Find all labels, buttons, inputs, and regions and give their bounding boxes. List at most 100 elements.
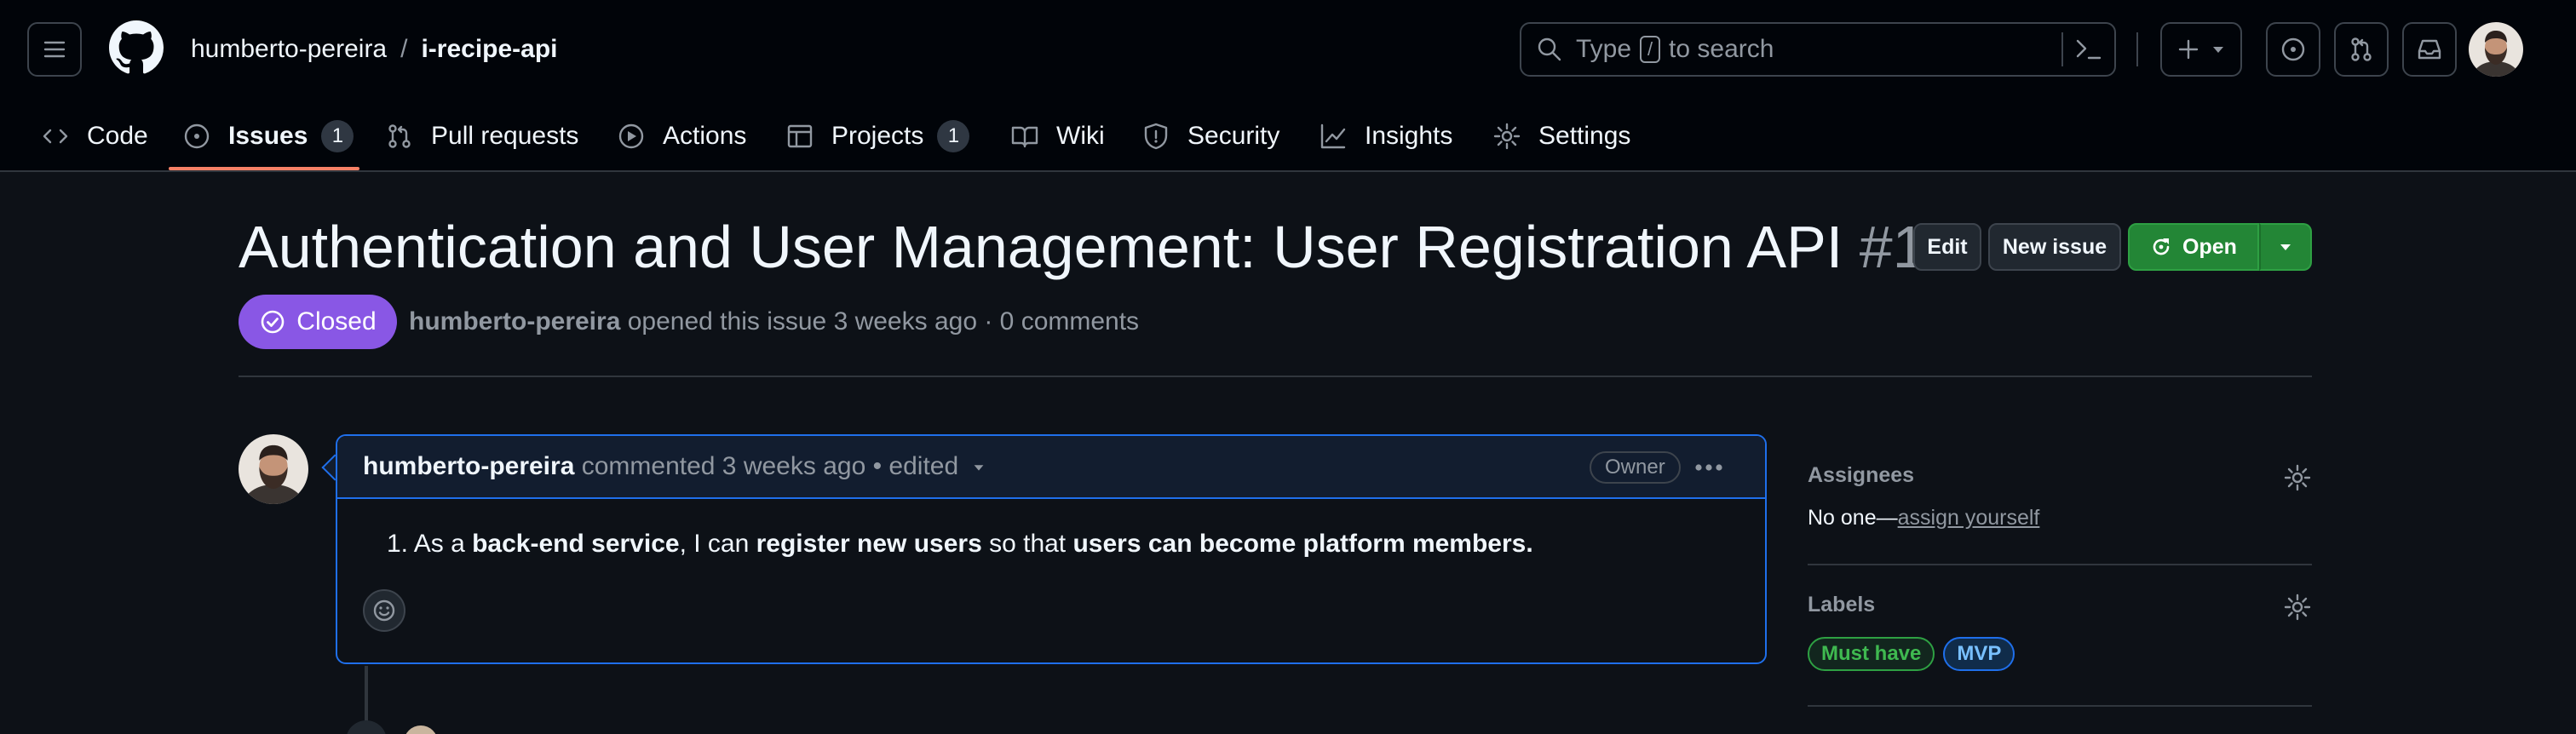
avatar-image [239,434,308,504]
tab-code[interactable]: Code [41,100,148,172]
reopen-issue-button[interactable]: Open [2128,223,2259,271]
search-placeholder-suffix: to search [1669,35,1774,63]
tab-issues[interactable]: Issues 1 [182,100,354,172]
tab-label: Issues [228,122,308,150]
issue-state-badge: Closed [239,295,397,349]
search-divider [2061,32,2063,66]
tab-label: Security [1187,122,1280,150]
create-new-button[interactable] [2160,22,2242,77]
table-icon [787,124,813,148]
tab-projects[interactable]: Projects 1 [785,100,970,172]
breadcrumb-repo-link[interactable]: i-recipe-api [421,35,557,64]
selected-tab-indicator [169,167,359,170]
tab-settings[interactable]: Settings [1492,100,1630,172]
issue-author-link[interactable]: humberto-pereira [409,307,620,335]
timeline-event-icon [346,720,387,734]
shield-icon [1144,123,1168,150]
search-placeholder-prefix: Type [1576,35,1632,63]
avatar-image [2469,22,2523,77]
search-icon [1538,37,1561,61]
code-icon [43,129,68,144]
tab-label: Code [87,122,148,150]
kebab-horizontal-icon[interactable] [1692,453,1726,482]
body-text-2: , I can [679,530,756,558]
comment-header: humberto-pereira commented 3 weeks ago •… [337,436,1765,499]
header-divider-line [239,376,2312,377]
reopen-options-button[interactable] [2259,223,2312,271]
owner-badge: Owner [1590,451,1681,484]
command-palette-icon[interactable] [2073,34,2104,65]
sidebar-assignees: Assignees No one—assign yourself [1808,463,2312,565]
issue-meta: humberto-pereira opened this issue 3 wee… [409,303,1139,341]
issue-opened-icon [2281,37,2305,61]
assign-yourself-link[interactable]: assign yourself [1898,506,2040,530]
search-input[interactable]: Type / to search [1520,22,2116,77]
label-mvp[interactable]: MVP [1943,637,2015,671]
body-text-3: so that [981,530,1073,558]
plus-icon [2178,39,2199,60]
tab-security[interactable]: Security [1141,100,1279,172]
tab-label: Wiki [1056,122,1105,150]
comment-author-link[interactable]: humberto-pereira [363,452,574,480]
assignees-heading: Assignees [1808,463,1915,487]
comment-header-text: humberto-pereira commented 3 weeks ago •… [363,448,986,485]
triangle-down-icon [2213,47,2223,53]
your-issues-button[interactable] [2266,22,2320,77]
gear-icon[interactable] [2283,463,2312,492]
commenter-avatar[interactable] [239,434,308,504]
issue-opened-text: opened this issue 3 weeks ago · 0 commen… [627,307,1140,335]
menu-button[interactable] [27,22,82,77]
inbox-icon [2418,39,2441,60]
app-header: humberto-pereira / i-recipe-api Type / t… [0,0,2576,172]
tab-label: Projects [831,122,924,150]
your-pull-requests-button[interactable] [2334,22,2389,77]
assignees-value: No one—assign yourself [1808,506,2039,530]
list-item-number: 1. [387,530,409,558]
label-must-have[interactable]: Must have [1808,637,1935,671]
sidebar-labels: Labels Must have MVP [1808,593,2312,707]
body-bold-1: back-end service [472,530,680,558]
tab-insights[interactable]: Insights [1319,100,1452,172]
projects-count-badge: 1 [937,120,970,152]
tab-pull-requests[interactable]: Pull requests [385,100,578,172]
tab-actions[interactable]: Actions [617,100,746,172]
timeline-event-avatar [404,725,438,734]
add-reaction-button[interactable] [363,589,405,632]
hamburger-icon [43,41,66,58]
tab-label: Insights [1365,122,1453,150]
git-pull-request-icon [2351,37,2372,61]
new-issue-button[interactable]: New issue [1988,223,2121,271]
search-shortcut-key: / [1640,36,1661,63]
triangle-down-icon[interactable] [971,460,986,475]
tab-wiki[interactable]: Wiki [1010,100,1105,172]
gear-icon [1493,123,1521,150]
user-avatar[interactable] [2469,22,2523,77]
issue-opened-icon [184,123,210,149]
assignees-none-text: No one— [1808,506,1898,530]
edit-title-button[interactable]: Edit [1913,223,1981,271]
body-bold-3: users can become platform members. [1072,530,1533,558]
github-logo-icon[interactable] [109,20,164,75]
gear-icon[interactable] [2283,593,2312,622]
breadcrumb-owner-link[interactable]: humberto-pereira [191,35,387,64]
git-pull-request-icon [388,124,411,148]
issues-count-badge: 1 [321,120,354,152]
notifications-button[interactable] [2402,22,2457,77]
header-divider [2136,32,2138,66]
body-bold-2: register new users [756,530,982,558]
repo-nav: Code Issues 1 Pull requests Actions Proj… [0,100,2576,172]
smiley-icon [373,599,395,622]
play-icon [618,123,644,149]
issue-closed-icon [261,310,285,334]
issue-state-label: Closed [296,307,377,335]
issue-title: Authentication and User Management: User… [239,208,1926,286]
comment-box: humberto-pereira commented 3 weeks ago •… [336,434,1767,664]
issue-title-text: Authentication and User Management: User… [239,214,1843,280]
tab-label: Actions [663,122,747,150]
breadcrumb: humberto-pereira / i-recipe-api [191,29,558,70]
labels-heading: Labels [1808,593,1876,616]
reopen-issue-label: Open [2182,234,2237,259]
comment-meta[interactable]: commented 3 weeks ago • edited [582,452,958,480]
tab-label: Pull requests [431,122,579,150]
issue-reopened-icon [2153,238,2170,255]
